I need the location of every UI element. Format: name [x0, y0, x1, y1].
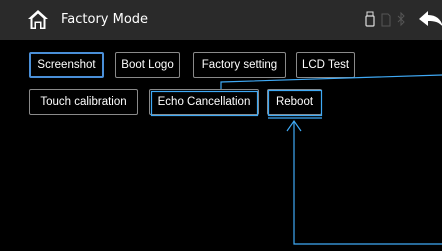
arrow-head-icon: [286, 119, 302, 132]
annotation-line-reboot: [293, 121, 442, 245]
top-bar: Factory Mode: [0, 0, 442, 40]
reboot-button[interactable]: Reboot: [267, 89, 322, 115]
touch-calibration-button[interactable]: Touch calibration: [29, 89, 138, 115]
bluetooth-icon: [397, 11, 405, 27]
factory-setting-button[interactable]: Factory setting: [193, 52, 286, 78]
lcd-test-button[interactable]: LCD Test: [296, 52, 355, 78]
sd-card-icon: [381, 13, 391, 27]
echo-cancellation-button[interactable]: Echo Cancellation: [149, 89, 259, 115]
screenshot-button[interactable]: Screenshot: [29, 52, 104, 78]
home-icon[interactable]: [27, 9, 49, 31]
boot-logo-button[interactable]: Boot Logo: [115, 52, 180, 78]
page-title: Factory Mode: [61, 12, 149, 27]
usb-icon: [365, 11, 375, 27]
back-arrow-icon[interactable]: [418, 8, 442, 32]
